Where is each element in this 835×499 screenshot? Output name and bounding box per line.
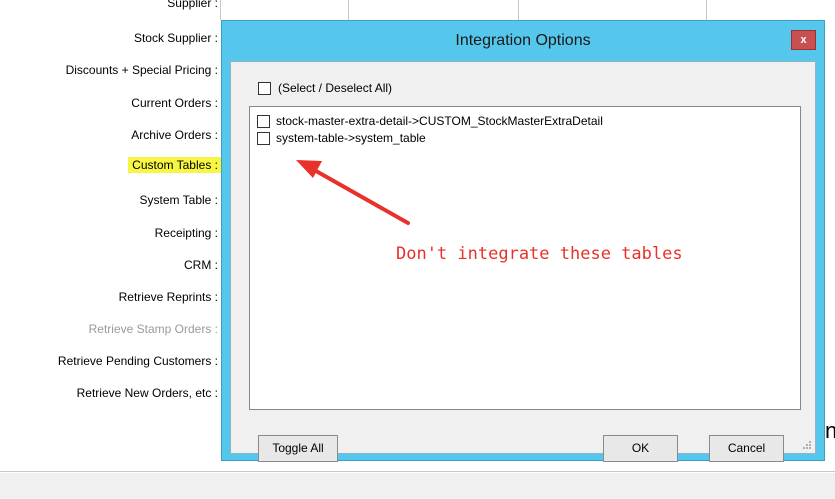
resize-grip-icon[interactable] <box>802 440 812 450</box>
tables-listbox[interactable]: stock-master-extra-detail->CUSTOM_StockM… <box>249 106 801 410</box>
label-discounts: Discounts + Special Pricing : <box>65 63 218 77</box>
label-archive-orders: Archive Orders : <box>131 128 218 142</box>
select-all-label: (Select / Deselect All) <box>278 81 393 95</box>
toggle-all-button[interactable]: Toggle All <box>258 435 338 462</box>
label-stock-supplier: Stock Supplier : <box>133 31 218 45</box>
select-all-checkbox[interactable] <box>258 81 271 95</box>
bg-partial-text: n <box>825 418 835 443</box>
bg-grid-line <box>518 0 519 20</box>
label-crm: CRM : <box>184 258 218 272</box>
label-current-orders: Current Orders : <box>131 96 218 110</box>
select-all-row[interactable]: (Select / Deselect All) <box>258 81 392 95</box>
bg-grid-line <box>348 0 349 20</box>
label-system-table: System Table : <box>139 193 218 207</box>
integration-options-dialog: Integration Options x (Select / Deselect… <box>221 20 825 462</box>
label-retrieve-reprints: Retrieve Reprints : <box>118 290 218 304</box>
label-supplier: Supplier : <box>167 0 218 10</box>
dialog-body: (Select / Deselect All) stock-master-ext… <box>230 61 816 462</box>
bg-status-area <box>0 473 835 499</box>
dialog-title-bar[interactable]: Integration Options x <box>222 21 824 61</box>
bg-grid-line <box>220 0 221 20</box>
annotation-text: Don't integrate these tables <box>396 244 683 264</box>
bg-separator <box>0 471 835 472</box>
label-receipting: Receipting : <box>154 226 218 240</box>
label-retrieve-stamp-orders: Retrieve Stamp Orders : <box>88 322 218 336</box>
bg-grid-line <box>706 0 707 20</box>
label-retrieve-pending-customers: Retrieve Pending Customers : <box>57 354 218 368</box>
close-button[interactable]: x <box>791 30 816 50</box>
ok-button[interactable]: OK <box>603 435 678 462</box>
cancel-button[interactable]: Cancel <box>709 435 784 462</box>
label-custom-tables: Custom Tables : <box>128 157 222 173</box>
label-retrieve-new-orders: Retrieve New Orders, etc : <box>76 386 218 400</box>
dialog-title: Integration Options <box>455 32 591 49</box>
